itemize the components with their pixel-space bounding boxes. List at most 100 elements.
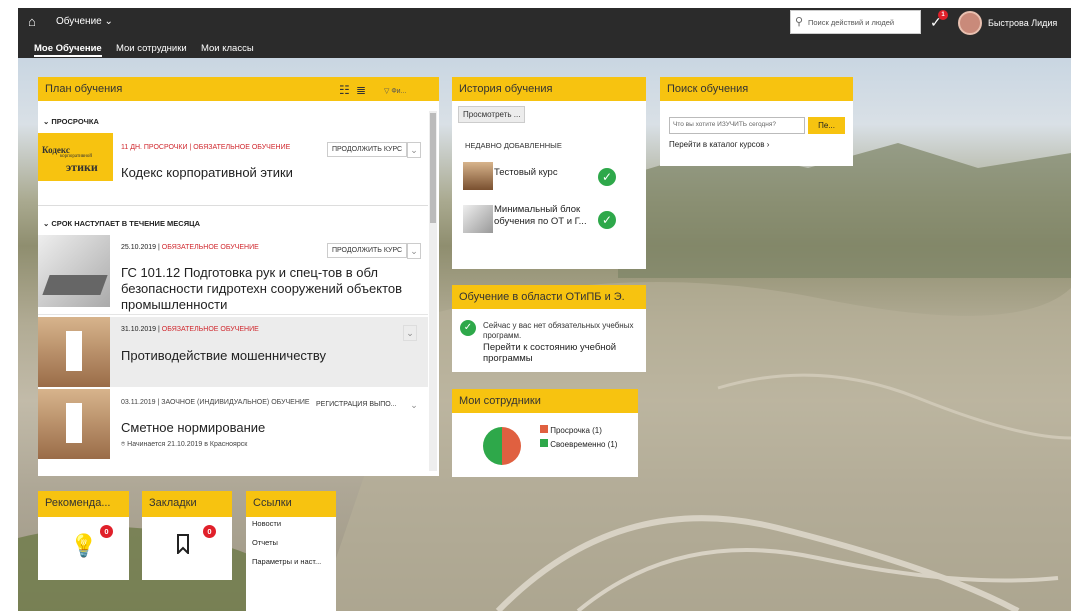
- chevron-down-icon[interactable]: ⌄: [407, 398, 421, 414]
- view-history-button[interactable]: Просмотреть ...: [458, 106, 526, 123]
- ot-training-header: Обучение в области ОТиПБ и Э.: [452, 285, 646, 309]
- legend-ontime-label: Своевременно (1): [550, 440, 618, 449]
- tab-my-employees[interactable]: Мои сотрудники: [116, 43, 187, 54]
- item-title[interactable]: Сметное нормирование: [121, 420, 265, 436]
- history-thumbnail: [463, 205, 493, 233]
- scrollbar-thumb[interactable]: [430, 113, 436, 223]
- links-title: Ссылки: [253, 497, 292, 509]
- section-due-month[interactable]: ⌄ СРОК НАСТУПАЕТ В ТЕЧЕНИЕ МЕСЯЦА: [43, 219, 200, 228]
- thumb-line-3: этики: [66, 160, 98, 174]
- register-button[interactable]: РЕГИСТРАЦИЯ ВЫПО...: [312, 398, 401, 411]
- item-type: ОБЯЗАТЕЛЬНОЕ ОБУЧЕНИЕ: [161, 326, 259, 333]
- course-thumbnail: Кодекс корпоративной этики: [38, 133, 113, 181]
- lightbulb-icon: 💡: [70, 533, 98, 558]
- item-title[interactable]: ГС 101.12 Подготовка рук и спец-тов в об…: [121, 265, 421, 313]
- learning-search-panel: Поиск обучения Что вы хотите ИЗУЧИТЬ сег…: [660, 77, 853, 166]
- chevron-down-icon[interactable]: ⌄: [403, 325, 417, 341]
- item-meta: 31.10.2019 | ОБЯЗАТЕЛЬНОЕ ОБУЧЕНИЕ: [121, 326, 259, 333]
- list-item[interactable]: 31.10.2019 | ОБЯЗАТЕЛЬНОЕ ОБУЧЕНИЕ Проти…: [38, 317, 428, 387]
- section-overdue[interactable]: ⌄ ПРОСРОЧКА: [43, 117, 99, 126]
- recommendations-tile[interactable]: Рекоменда... 💡 0: [38, 491, 129, 580]
- user-name[interactable]: Быстрова Лидия: [988, 18, 1057, 28]
- learning-search-input[interactable]: Что вы хотите ИЗУЧИТЬ сегодня?: [669, 117, 805, 134]
- history-thumbnail: [463, 162, 493, 190]
- list-view-icon[interactable]: ☷: [339, 83, 350, 97]
- course-thumbnail: [38, 389, 110, 459]
- tab-my-learning[interactable]: Мое Обучение: [34, 43, 102, 57]
- my-employees-header: Мои сотрудники: [452, 389, 638, 413]
- top-bar: ⌂ Обучение ⌄ Мое Обучение Мои сотрудники…: [18, 8, 1071, 58]
- catalog-link-label: Перейти в каталог курсов: [669, 140, 765, 149]
- chevron-down-icon: ⌄: [104, 16, 113, 27]
- location-pin-icon: ⌾: [121, 441, 126, 448]
- divider: [38, 205, 428, 206]
- history-item[interactable]: Тестовый курс: [494, 167, 558, 178]
- learning-plan-panel: План обучения ☷ ≣ ▽ Фи... ⌄ ПРОСРОЧКА Ко…: [38, 77, 439, 476]
- item-location-text: Начинается 21.10.2019 в Красноярск: [127, 441, 248, 448]
- chevron-down-icon[interactable]: ⌄: [407, 243, 421, 259]
- learning-plan-title: План обучения: [45, 83, 123, 95]
- ot-status-link[interactable]: Перейти к состоянию учебной программы: [483, 342, 637, 364]
- link-news[interactable]: Новости: [252, 519, 281, 528]
- history-item[interactable]: Минимальный блок обучения по ОТ и Г...: [494, 204, 594, 228]
- legend-overdue: Просрочка (1): [540, 425, 602, 435]
- learning-history-header: История обучения: [452, 77, 646, 101]
- item-meta: 25.10.2019 | ОБЯЗАТЕЛЬНОЕ ОБУЧЕНИЕ: [121, 244, 259, 251]
- bookmarks-tile[interactable]: Закладки 0: [142, 491, 232, 580]
- filter-button[interactable]: ▽ Фи...: [384, 87, 406, 95]
- catalog-link[interactable]: Перейти в каталог курсов ›: [669, 140, 769, 149]
- item-date: 03.11.2019: [121, 399, 156, 406]
- ot-training-panel: Обучение в области ОТиПБ и Э. ✓ Сейчас у…: [452, 285, 646, 372]
- item-date: 31.10.2019: [121, 326, 157, 333]
- list-item[interactable]: Кодекс корпоративной этики 11 ДН. ПРОСРО…: [38, 133, 428, 205]
- bookmark-icon: [177, 534, 189, 554]
- app-menu-dropdown[interactable]: Обучение ⌄: [56, 16, 113, 27]
- recommendations-header: Рекоменда...: [38, 491, 129, 517]
- ot-message: Сейчас у вас нет обязательных учебных пр…: [483, 321, 634, 340]
- search-input[interactable]: Поиск действий и людей: [808, 18, 894, 27]
- chevron-right-icon: ›: [766, 140, 770, 149]
- tab-my-classes[interactable]: Мои классы: [201, 43, 254, 54]
- item-type: ОБЯЗАТЕЛЬНОЕ ОБУЧЕНИЕ: [193, 144, 291, 151]
- item-title[interactable]: Кодекс корпоративной этики: [121, 165, 293, 181]
- learning-search-placeholder: Что вы хотите ИЗУЧИТЬ сегодня?: [673, 121, 776, 128]
- item-overdue-days: 11 ДН. ПРОСРОЧКИ: [121, 144, 188, 151]
- links-tile: Ссылки Новости Отчеты Параметры и наст..…: [246, 491, 336, 611]
- learning-plan-header: План обучения: [38, 77, 439, 101]
- pie-slice-ontime[interactable]: [483, 427, 502, 465]
- list-item[interactable]: 25.10.2019 | ОБЯЗАТЕЛЬНОЕ ОБУЧЕНИЕ ГС 10…: [38, 235, 428, 315]
- legend-swatch-ontime: [540, 439, 548, 447]
- scrollbar[interactable]: [429, 111, 437, 471]
- item-location: ⌾ Начинается 21.10.2019 в Красноярск: [121, 440, 247, 449]
- learning-search-header: Поиск обучения: [660, 77, 853, 101]
- links-header: Ссылки: [246, 491, 336, 517]
- home-icon[interactable]: ⌂: [28, 14, 36, 29]
- learning-history-panel: История обучения Просмотреть ... НЕДАВНО…: [452, 77, 646, 269]
- completed-check-icon: ✓: [598, 211, 616, 229]
- continue-course-button[interactable]: ПРОДОЛЖИТЬ КУРС: [327, 142, 408, 157]
- check-circle-icon: ✓: [460, 320, 476, 336]
- my-employees-title: Мои сотрудники: [459, 395, 541, 407]
- pie-slice-overdue[interactable]: [502, 427, 521, 465]
- course-thumbnail: [38, 317, 110, 387]
- search-go-button[interactable]: Пе...: [808, 117, 845, 134]
- filter-label: Фи...: [391, 88, 407, 95]
- search-box[interactable]: ⚲ Поиск действий и людей: [790, 10, 921, 34]
- legend-swatch-overdue: [540, 425, 548, 433]
- list-item[interactable]: 03.11.2019 | ЗАОЧНОЕ (ИНДИВИДУАЛЬНОЕ) ОБ…: [38, 389, 428, 465]
- chevron-down-icon[interactable]: ⌄: [407, 142, 421, 158]
- avatar[interactable]: [958, 11, 982, 35]
- link-settings[interactable]: Параметры и наст...: [252, 557, 321, 566]
- search-icon: ⚲: [795, 16, 804, 28]
- learning-search-title: Поиск обучения: [667, 83, 749, 95]
- course-thumbnail: [38, 235, 110, 307]
- item-meta: 11 ДН. ПРОСРОЧКИ | ОБЯЗАТЕЛЬНОЕ ОБУЧЕНИЕ: [121, 144, 291, 151]
- link-reports[interactable]: Отчеты: [252, 538, 278, 547]
- notification-badge: 1: [938, 10, 948, 20]
- recently-added-label: НЕДАВНО ДОБАВЛЕННЫЕ: [465, 141, 562, 150]
- team-pie-chart[interactable]: [482, 426, 522, 466]
- item-title[interactable]: Противодействие мошенничеству: [121, 348, 326, 364]
- ot-training-title: Обучение в области ОТиПБ и Э.: [459, 291, 625, 303]
- continue-course-button[interactable]: ПРОДОЛЖИТЬ КУРС: [327, 243, 408, 258]
- compact-view-icon[interactable]: ≣: [356, 83, 366, 97]
